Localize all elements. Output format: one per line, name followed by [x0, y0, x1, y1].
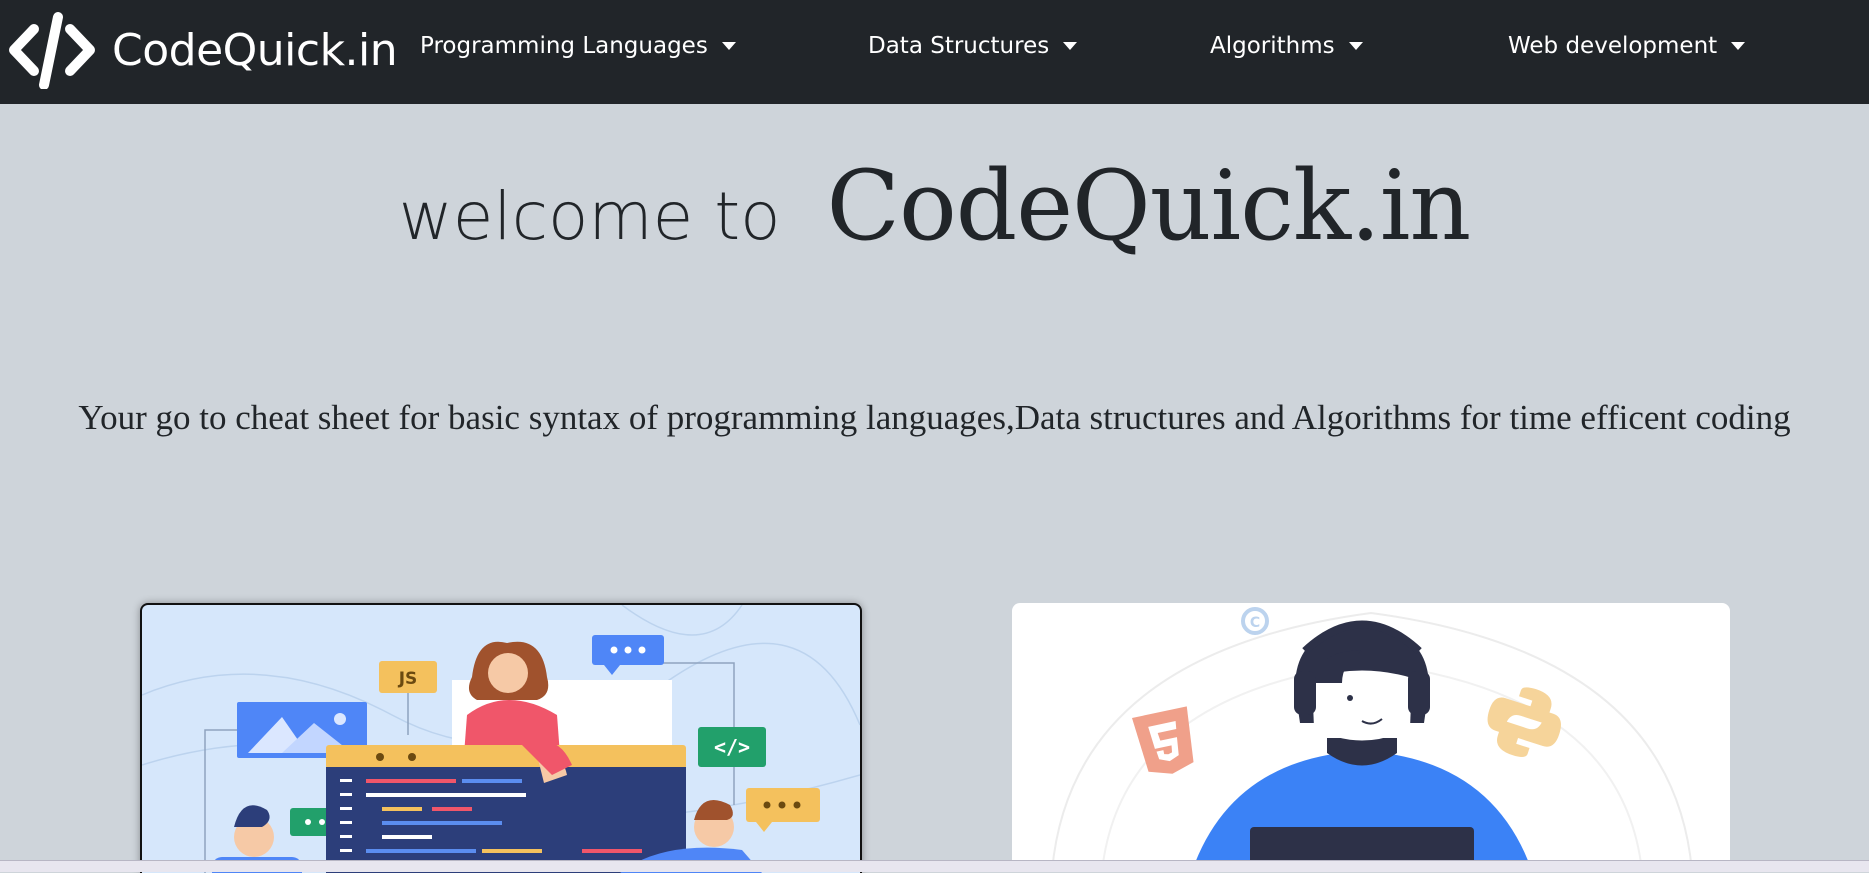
brand-link[interactable]: CodeQuick.in: [6, 10, 398, 90]
nav-dropdown-web-development[interactable]: Web development: [1508, 28, 1746, 64]
coding-team-illustration: JS </>: [142, 605, 860, 873]
c-language-badge: C: [1250, 615, 1260, 631]
card-developer-headphones[interactable]: C: [1012, 603, 1730, 871]
nav-dropdown-programming-languages[interactable]: Programming Languages: [420, 28, 736, 64]
tagline: Your go to cheat sheet for basic syntax …: [78, 398, 1791, 437]
nav-label: Algorithms: [1210, 33, 1335, 59]
caret-down-icon: [721, 42, 736, 50]
brand-name: CodeQuick.in: [112, 24, 398, 76]
html5-icon: [1132, 706, 1194, 774]
nav-dropdown-data-structures[interactable]: Data Structures: [868, 28, 1078, 64]
card-coding-team[interactable]: JS </>: [140, 603, 862, 873]
hero-welcome-text: welcome to: [398, 178, 781, 255]
caret-down-icon: [1731, 42, 1746, 50]
nav-label: Data Structures: [868, 33, 1050, 59]
nav-dropdown-algorithms[interactable]: Algorithms: [1210, 28, 1363, 64]
developer-headphones-illustration: C: [1051, 607, 1693, 871]
nav-label: Web development: [1508, 33, 1718, 59]
hero-heading: welcome to CodeQuick.in: [0, 150, 1869, 262]
js-badge-text: JS: [398, 669, 418, 689]
window-bottom-bar: [0, 860, 1869, 872]
caret-down-icon: [1063, 42, 1078, 50]
code-brackets-logo-icon: [9, 12, 95, 89]
hero-brand-text: CodeQuick.in: [826, 150, 1472, 262]
caret-down-icon: [1348, 42, 1363, 50]
top-navbar: CodeQuick.in Programming Languages Data …: [0, 0, 1869, 104]
code-badge-text: </>: [714, 735, 750, 759]
nav-label: Programming Languages: [420, 33, 708, 59]
